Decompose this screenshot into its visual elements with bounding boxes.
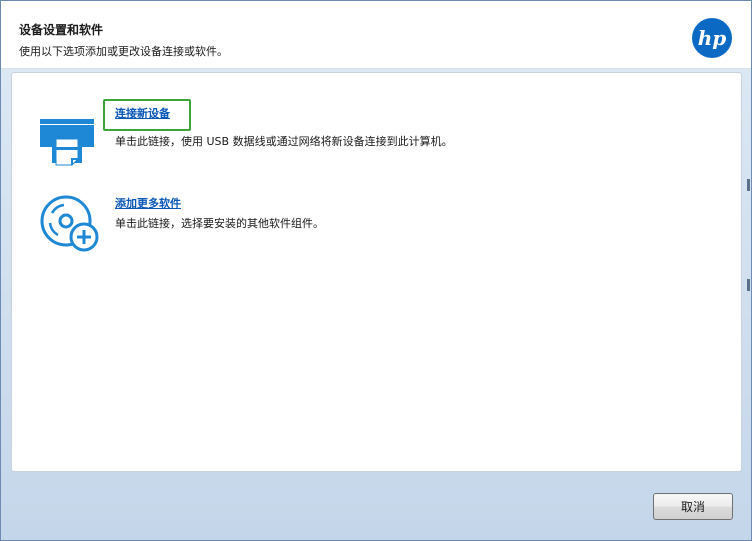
page-subtitle: 使用以下选项添加或更改设备连接或软件。	[19, 45, 228, 58]
connect-new-device-link[interactable]: 连接新设备	[115, 105, 170, 121]
hp-logo-text: hp	[698, 26, 727, 50]
add-more-software-description: 单击此链接，选择要安装的其他软件组件。	[115, 217, 324, 230]
add-more-software-link[interactable]: 添加更多软件	[115, 195, 181, 211]
resize-grip	[747, 179, 750, 191]
header: 设备设置和软件 使用以下选项添加或更改设备连接或软件。 hp	[1, 1, 751, 69]
options-panel: 连接新设备 单击此链接，使用 USB 数据线或通过网络将新设备连接到此计算机。 …	[11, 72, 742, 472]
printer-connect-icon	[40, 119, 94, 166]
disc-add-icon	[40, 195, 99, 252]
installer-window: 设备设置和软件 使用以下选项添加或更改设备连接或软件。 hp 连接新设备 单击此…	[0, 0, 752, 541]
cancel-button[interactable]: 取消	[653, 493, 733, 520]
page-title: 设备设置和软件	[19, 23, 104, 37]
resize-grip	[747, 279, 750, 291]
hp-logo-icon: hp	[692, 18, 732, 58]
connect-new-device-description: 单击此链接，使用 USB 数据线或通过网络将新设备连接到此计算机。	[115, 135, 453, 148]
